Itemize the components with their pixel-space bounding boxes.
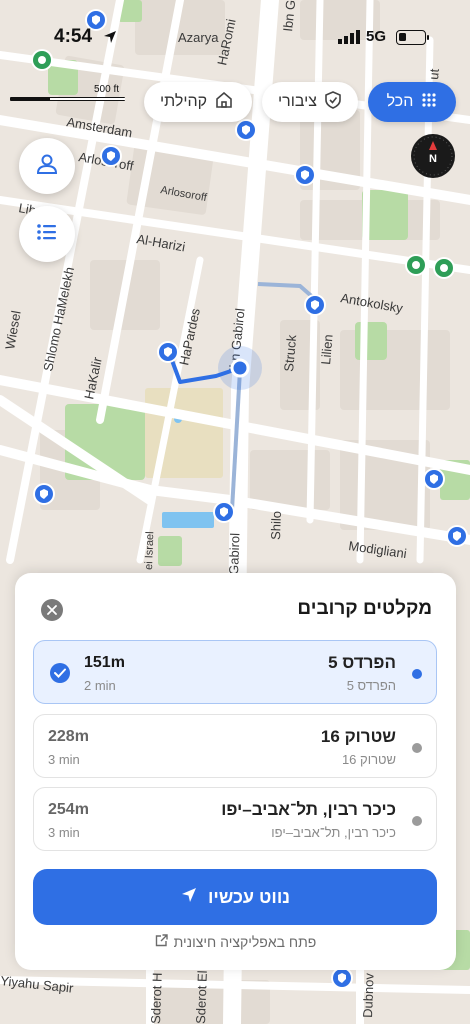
shelter-pin-public[interactable] xyxy=(213,501,235,523)
shelter-pin-public[interactable] xyxy=(235,119,257,141)
shelter-pin-public[interactable] xyxy=(157,341,179,363)
shelter-walk-time: 2 min xyxy=(84,678,116,693)
filter-community-chip[interactable]: קהילתי xyxy=(144,82,252,122)
filter-community-label: קהילתי xyxy=(160,93,208,110)
shelter-address: הפרדס 5 xyxy=(346,678,396,693)
shelter-address: כיכר רבין, תל־אביב–יפו xyxy=(271,825,396,840)
shelter-address: שטרוק 16 xyxy=(341,752,396,767)
shelter-name: הפרדס 5 xyxy=(328,653,396,672)
shelter-pin-public[interactable] xyxy=(423,468,445,490)
profile-button[interactable] xyxy=(19,138,75,194)
battery-icon xyxy=(396,30,429,45)
shelter-list-item[interactable]: שטרוק 16 שטרוק 16 228m 3 min xyxy=(33,714,437,778)
shield-icon xyxy=(325,90,341,114)
street-label: Shilo xyxy=(268,511,284,540)
user-location-dot xyxy=(230,358,250,378)
street-label: ut xyxy=(426,68,442,80)
shelter-distance: 228m xyxy=(48,728,89,745)
shelter-distance: 254m xyxy=(48,801,89,818)
shelter-pin-public[interactable] xyxy=(304,294,326,316)
shelter-name: כיכר רבין, תל־אביב–יפו xyxy=(221,800,396,819)
list-view-button[interactable] xyxy=(19,206,75,262)
nearby-shelters-sheet: מקלטים קרובים הפרדס 5 הפרדס 5 151m 2 min… xyxy=(15,573,456,970)
filter-all-label: הכל xyxy=(386,93,414,110)
close-icon xyxy=(47,605,57,615)
signal-icon xyxy=(338,30,360,49)
street-label: ei Israel xyxy=(143,531,156,570)
home-icon xyxy=(215,91,233,113)
street-label: Dubnov xyxy=(360,972,377,1018)
filter-public-label: ציבורי xyxy=(278,93,317,110)
location-arrow-icon xyxy=(102,29,118,50)
shelter-dot-icon xyxy=(412,816,422,826)
compass-label: N xyxy=(429,153,437,165)
shelter-pin-public[interactable] xyxy=(33,483,55,505)
street-label: Gabirol xyxy=(226,533,242,576)
filter-public-chip[interactable]: ציבורי xyxy=(262,82,358,122)
close-button[interactable] xyxy=(41,599,63,621)
sheet-title: מקלטים קרובים xyxy=(297,598,432,619)
shelter-pin-public[interactable] xyxy=(100,145,122,167)
shelter-dot-icon xyxy=(412,743,422,753)
shelter-pin-community[interactable] xyxy=(405,254,427,276)
navigation-arrow-icon xyxy=(180,886,198,909)
check-icon xyxy=(50,663,70,683)
navigate-now-button[interactable]: נווט עכשיו xyxy=(33,869,437,925)
shelter-list-item[interactable]: הפרדס 5 הפרדס 5 151m 2 min xyxy=(33,640,437,704)
scale-label: 500 ft xyxy=(94,84,120,95)
external-link-icon xyxy=(155,934,168,950)
shelter-pin-public[interactable] xyxy=(331,967,353,989)
street-label: Lilien xyxy=(318,334,336,366)
shelter-walk-time: 3 min xyxy=(48,825,80,840)
external-link-label: פתח באפליקציה חיצונית xyxy=(173,934,317,950)
compass-button[interactable]: N xyxy=(411,134,455,178)
map-scale: 500 ft xyxy=(10,84,125,104)
filter-all-chip[interactable]: הכל xyxy=(368,82,456,122)
status-bar: 4:54 5G xyxy=(0,26,470,52)
user-icon xyxy=(35,152,59,181)
shelter-distance: 151m xyxy=(84,654,125,671)
shelter-list-item[interactable]: כיכר רבין, תל־אביב–יפו כיכר רבין, תל־אבי… xyxy=(33,787,437,851)
shelter-pin-public[interactable] xyxy=(446,525,468,547)
compass-icon: N xyxy=(413,136,453,176)
network-type: 5G xyxy=(366,28,387,45)
grid-icon xyxy=(421,92,437,113)
shelter-pin-community[interactable] xyxy=(433,257,455,279)
shelter-pin-community[interactable] xyxy=(31,49,53,71)
shelter-pin-public[interactable] xyxy=(294,164,316,186)
list-icon xyxy=(35,220,59,249)
open-external-app-link[interactable]: פתח באפליקציה חיצונית xyxy=(15,934,456,950)
status-time: 4:54 xyxy=(54,26,93,47)
shelter-walk-time: 3 min xyxy=(48,752,80,767)
shelter-name: שטרוק 16 xyxy=(320,727,396,746)
street-label: Sderot H xyxy=(148,972,165,1024)
shelter-dot-icon xyxy=(412,669,422,679)
navigate-label: נווט עכשיו xyxy=(207,886,291,907)
